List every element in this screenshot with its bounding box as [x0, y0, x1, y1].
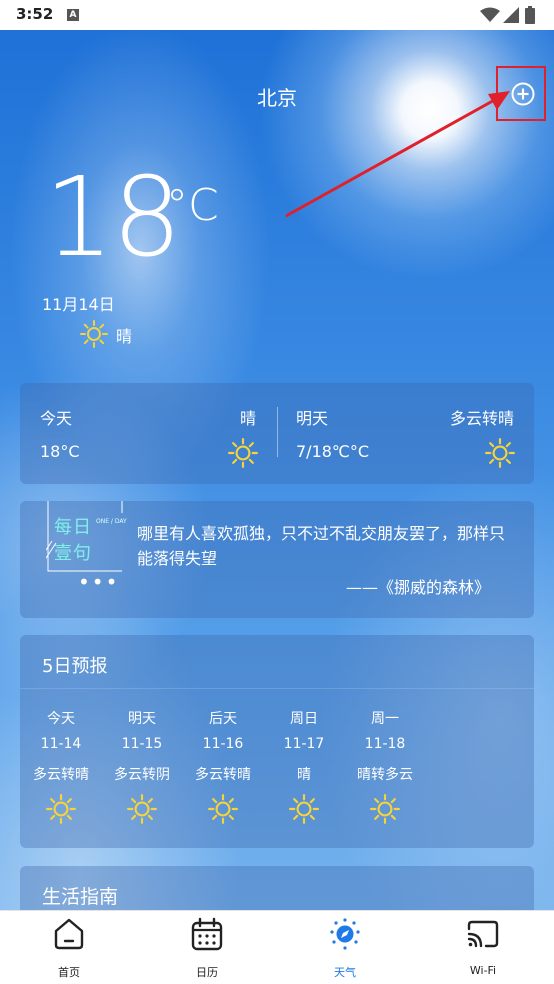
status-bar: 3:52 A [0, 0, 554, 30]
daily-quote-card[interactable]: 每日 壹句 ONE / DAY ••• 哪里有人喜欢孤独，只不过不乱交朋友罢了，… [20, 501, 534, 618]
tab-wifi[interactable]: Wi-Fi [414, 911, 552, 984]
sun-icon [127, 794, 157, 824]
current-condition: 晴 [80, 320, 132, 352]
tomorrow-label: 明天 [296, 409, 329, 428]
badge-line-2: 壹句 [54, 543, 92, 564]
forecast-condition: 多云转晴 [33, 767, 89, 783]
quote-source: ——《挪威的森林》 [345, 578, 490, 597]
forecast-date: 11-17 [283, 736, 325, 752]
sun-icon [370, 794, 400, 824]
forecast-day: 明天 11-15 多云转阴 [101, 708, 183, 830]
wifi-icon [480, 7, 500, 22]
sun-icon [289, 794, 319, 824]
forecast-day: 后天 11-16 多云转晴 [182, 708, 264, 830]
tomorrow-condition: 多云转晴 [449, 409, 514, 428]
sun-icon [485, 438, 515, 468]
tab-home[interactable]: 首页 [0, 911, 138, 984]
cast-icon [467, 920, 499, 948]
more-dots: ••• [78, 570, 120, 594]
current-temperature: 18 [44, 153, 182, 281]
forecast-condition: 晴转多云 [357, 767, 413, 783]
forecast-day: 周一 11-18 晴转多云 [344, 708, 426, 830]
tab-weather[interactable]: 天气 [276, 911, 414, 984]
forecast-condition: 晴 [297, 767, 311, 783]
signal-icon [503, 7, 519, 23]
forecast-day: 今天 11-14 多云转晴 [20, 708, 102, 830]
badge-line-1: 每日 [54, 517, 92, 538]
sun-icon [80, 320, 108, 348]
forecast-date: 11-18 [364, 736, 406, 752]
today-temp: 18°C [40, 442, 80, 461]
quote-text: 哪里有人喜欢孤独，只不过不乱交朋友罢了，那样只能落得失望 [137, 524, 506, 568]
tab-label: Wi-Fi [469, 964, 497, 977]
today-condition: 晴 [240, 409, 257, 428]
forecast-title: 5日预报 [42, 656, 108, 677]
forecast-day-name: 明天 [128, 711, 156, 727]
bottom-tab-bar: 首页 日历 天气 Wi-Fi [0, 910, 554, 984]
home-icon [54, 918, 84, 950]
tab-calendar[interactable]: 日历 [138, 911, 276, 984]
forecast-day: 周日 11-17 晴 [263, 708, 345, 830]
tomorrow-temp: 7/18℃°C [296, 442, 370, 461]
tab-label: 首页 [58, 966, 80, 979]
current-date: 11月14日 [42, 295, 115, 314]
card-divider [277, 407, 278, 457]
forecast-condition: 多云转阴 [114, 767, 170, 783]
forecast-condition: 多云转晴 [195, 767, 251, 783]
notification-icon: A [67, 9, 79, 21]
battery-icon [525, 6, 535, 24]
sun-icon [228, 438, 258, 468]
compass-icon [330, 918, 360, 950]
forecast-day-name: 后天 [209, 711, 237, 727]
sun-icon [208, 794, 238, 824]
condition-label: 晴 [116, 327, 133, 346]
today-tomorrow-card: 今天 晴 18°C 明天 多云转晴 7/18℃°C [20, 383, 534, 484]
forecast-day-name: 今天 [47, 711, 75, 727]
sun-icon [46, 794, 76, 824]
life-guide-title: 生活指南 [42, 886, 119, 908]
forecast-day-name: 周日 [290, 711, 318, 727]
status-time: 3:52 [16, 5, 54, 23]
forecast-header: 5日预报 [20, 635, 534, 689]
tab-label: 天气 [334, 966, 356, 979]
forecast-date: 11-14 [40, 736, 82, 752]
city-name[interactable]: 北京 [0, 82, 554, 111]
forecast-date: 11-16 [202, 736, 244, 752]
forecast-day-name: 周一 [371, 711, 399, 727]
forecast-card: 5日预报 今天 11-14 多云转晴 明天 11-15 多云转阴 后天 11-1… [20, 635, 534, 848]
tab-label: 日历 [196, 966, 218, 979]
plus-circle-icon [511, 82, 535, 106]
forecast-date: 11-15 [121, 736, 163, 752]
temperature-unit: °C [166, 180, 219, 231]
badge-small-text: ONE / DAY [96, 518, 127, 525]
today-label: 今天 [40, 409, 73, 428]
daily-quote-badge: 每日 壹句 ONE / DAY [46, 501, 128, 573]
add-city-button[interactable] [496, 66, 546, 121]
calendar-icon [191, 917, 223, 951]
